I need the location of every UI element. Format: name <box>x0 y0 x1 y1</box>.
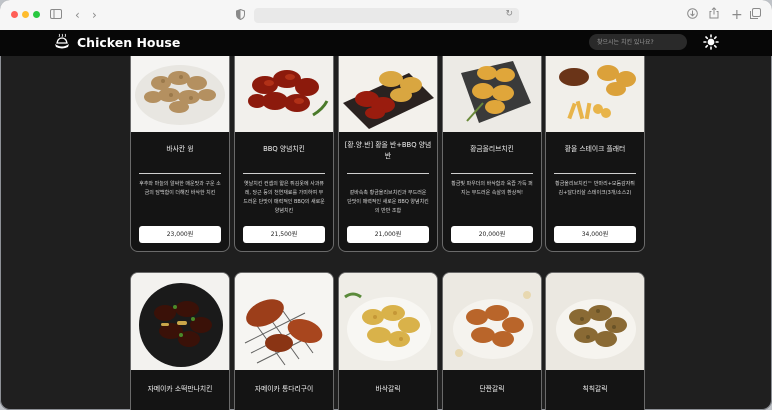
product-card[interactable]: 칙칙갈릭 <box>545 272 645 410</box>
product-image <box>339 56 437 132</box>
product-image <box>546 273 644 370</box>
product-card[interactable]: 황금올리브치킨 황금빛 파우더의 바삭함과 육즙 가득 퍼지는 부드러운 속살의… <box>442 56 542 252</box>
minimize-window-button[interactable] <box>22 11 29 18</box>
divider <box>347 173 429 174</box>
product-card[interactable]: BBQ 양념치킨 옛날치킨 컨셉의 얇은 튀김옷에 사과퓨레, 당근 등의 천연… <box>234 56 334 252</box>
product-image <box>546 56 644 132</box>
product-image <box>235 273 333 370</box>
price-button[interactable]: 21,500원 <box>243 226 325 243</box>
tabs-icon[interactable] <box>750 7 761 23</box>
product-image <box>131 273 229 370</box>
chicken-logo-icon[interactable] <box>53 33 71 55</box>
product-name: 황올 스테이크 플래터 <box>564 145 626 153</box>
product-image <box>443 273 541 370</box>
price-button[interactable]: 20,000원 <box>451 226 533 243</box>
product-name: 황금올리브치킨 <box>470 145 514 153</box>
zoom-window-button[interactable] <box>33 11 40 18</box>
product-description: 황금빛 파우더의 바삭함과 육즙 가득 퍼지는 부드러운 속살의 환상적! <box>451 181 533 196</box>
product-description: 겉바속촉 황금올리브치킨과 부드러운 단맛이 매력적인 새로운 BBQ 양념치킨… <box>347 190 429 214</box>
product-card[interactable]: 황올 스테이크 플래터 황금올리브치킨™ 반마리+모둠감자튀김+달다리살 스테이… <box>545 56 645 252</box>
product-name: 단짠갈릭 <box>479 385 505 393</box>
product-card[interactable]: 바삭갈릭 <box>338 272 438 410</box>
divider <box>451 173 533 174</box>
share-icon[interactable] <box>709 7 719 23</box>
site-brand[interactable]: Chicken House <box>77 34 180 52</box>
back-icon[interactable]: ‹ <box>75 7 80 23</box>
price-button[interactable]: 34,000원 <box>554 226 636 243</box>
product-description: 황금올리브치킨™ 반마리+모둠감자튀김+달다리살 스테이크(3개/소스2) <box>555 181 635 196</box>
product-name: 칙칙갈릭 <box>582 385 608 393</box>
search-input[interactable] <box>589 34 687 50</box>
product-name: 자메이카 소떡만나치킨 <box>147 385 213 393</box>
sun-icon[interactable] <box>703 34 719 54</box>
product-card[interactable]: 단짠갈릭 <box>442 272 542 410</box>
product-image <box>235 56 333 132</box>
product-card[interactable]: 자메이카 소떡만나치킨 <box>130 272 230 410</box>
product-name: 자메이카 통다리구이 <box>254 385 314 393</box>
product-name: 바사칸 윙 <box>166 145 194 153</box>
site-header: Chicken House <box>0 30 772 56</box>
forward-icon[interactable]: › <box>92 7 97 23</box>
download-icon[interactable] <box>687 7 698 23</box>
product-image <box>339 273 437 370</box>
product-card[interactable]: [황.양.반] 황올 반+BBQ 양념 반 겉바속촉 황금올리브치킨과 부드러운… <box>338 56 438 252</box>
product-name: [황.양.반] 황올 반+BBQ 양념 반 <box>344 141 432 160</box>
price-button[interactable]: 23,000원 <box>139 226 221 243</box>
shield-icon <box>236 8 245 24</box>
reload-icon[interactable]: ↻ <box>505 9 513 19</box>
sidebar-icon[interactable] <box>50 7 62 23</box>
divider <box>243 173 325 174</box>
product-card[interactable]: 바사칸 윙 후추와 마늘의 알싸한 매운맛과 구운 소금의 담백함이 더해진 바… <box>130 56 230 252</box>
product-image <box>131 56 229 132</box>
browser-toolbar: ‹ › ↻ + <box>0 0 772 31</box>
product-card[interactable]: 자메이카 통다리구이 <box>234 272 334 410</box>
product-description: 옛날치킨 컨셉의 얇은 튀김옷에 사과퓨레, 당근 등의 천연재료를 가미하여 … <box>243 181 325 214</box>
product-image <box>443 56 541 132</box>
divider <box>554 173 636 174</box>
close-window-button[interactable] <box>11 11 18 18</box>
price-button[interactable]: 21,000원 <box>347 226 429 243</box>
address-bar[interactable]: ↻ <box>254 8 519 23</box>
product-name: 바삭갈릭 <box>375 385 401 393</box>
product-grid: 바사칸 윙 후추와 마늘의 알싸한 매운맛과 구운 소금의 담백함이 더해진 바… <box>0 56 772 410</box>
product-description: 후추와 마늘의 알싸한 매운맛과 구운 소금의 담백함이 더해진 바삭한 치킨 <box>139 181 221 196</box>
divider <box>139 173 221 174</box>
browser-window: ‹ › ↻ + Chicken House 찾으시는 치킨 있나요? 바사칸 윙… <box>0 0 772 410</box>
new-tab-icon[interactable]: + <box>731 7 743 23</box>
product-name: BBQ 양념치킨 <box>263 145 305 153</box>
